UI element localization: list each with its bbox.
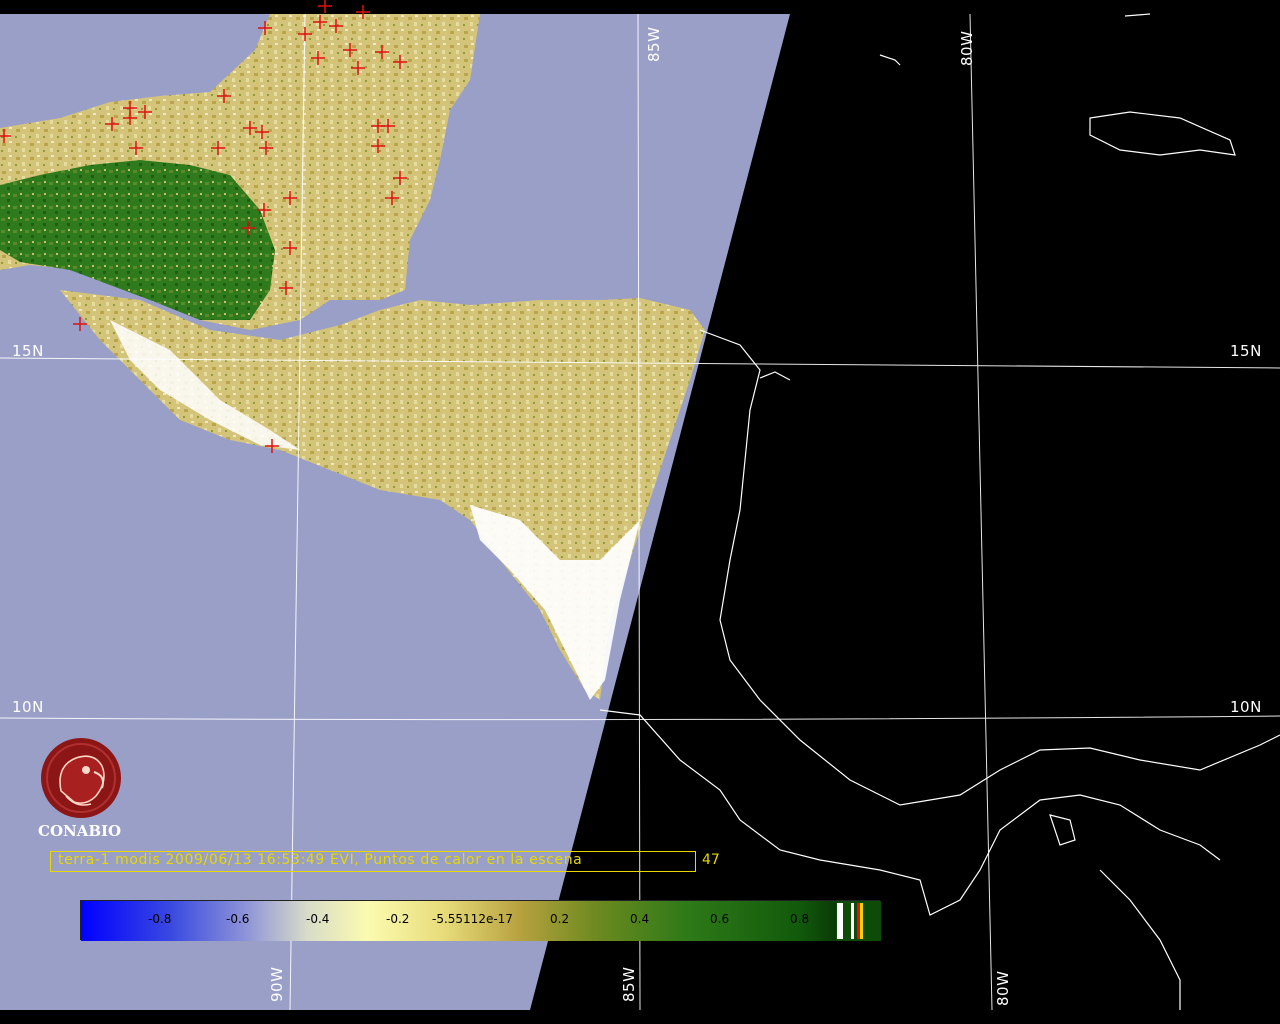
colorbar-tick-label: 0.4: [630, 912, 650, 926]
lon-label-80w-bottom: 80W: [994, 970, 1012, 1006]
lat-label-10n-right: 10N: [1230, 698, 1262, 716]
lon-label-80w-top: 80W: [958, 30, 976, 66]
macaw-icon: [41, 738, 121, 818]
colorbar-tick-label: 0.8: [790, 912, 810, 926]
lat-label-15n-right: 15N: [1230, 342, 1262, 360]
lon-label-90w-bottom: 90W: [268, 966, 286, 1002]
colorbar-tick-label: -5.55112e-17: [432, 912, 513, 926]
lon-label-85w-top: 85W: [645, 26, 663, 62]
colorbar-tick-label: 0.6: [710, 912, 730, 926]
hotspot-count: 47: [702, 852, 720, 868]
caption-text: terra-1 modis 2009/06/13 16:53:49 EVI, P…: [58, 852, 583, 868]
lon-label-85w-bottom: 85W: [620, 966, 638, 1002]
colorbar-tick-label: -0.2: [386, 912, 410, 926]
logo-text: CONABIO: [38, 822, 122, 840]
colorbar-tick-label: -0.4: [306, 912, 330, 926]
lat-label-15n-left: 15N: [12, 342, 44, 360]
conabio-logo: [36, 736, 130, 824]
colorbar-tick-label: 0.2: [550, 912, 570, 926]
map-viewer: 15N 15N 10N 10N 85W 80W 90W 85W 80W CONA…: [0, 0, 1280, 1024]
colorbar-tick-label: -0.6: [226, 912, 250, 926]
colorbar-tick-label: -0.8: [148, 912, 172, 926]
lat-label-10n-left: 10N: [12, 698, 44, 716]
